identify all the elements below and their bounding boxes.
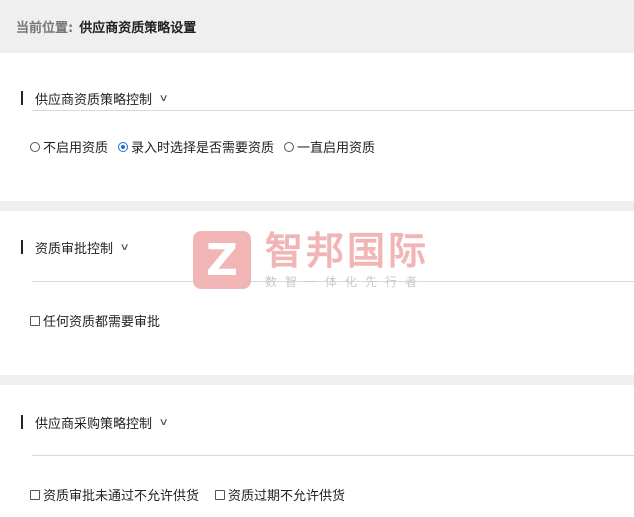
chevron-down-icon[interactable]: ∨ (159, 417, 169, 428)
section-title-qualification-approval[interactable]: 资质审批控制 ∨ (21, 240, 130, 257)
checkbox[interactable] (30, 315, 40, 326)
checkbox-label: 资质过期不允许供货 (228, 489, 346, 504)
radio-label: 一直启用资质 (297, 141, 376, 156)
radio-button[interactable] (30, 141, 40, 152)
section-divider (32, 455, 634, 456)
radio-option-always-enable[interactable]: 一直启用资质 (284, 137, 375, 156)
radio-group-qualification-policy: 不启用资质 录入时选择是否需要资质 一直启用资质 (30, 137, 385, 156)
chevron-down-icon[interactable]: ∨ (159, 93, 169, 104)
section-supplier-purchase-policy: 供应商采购策略控制 ∨ 资质审批未通过不允许供货 资质过期不允许供货 (0, 385, 634, 517)
radio-label: 录入时选择是否需要资质 (131, 141, 275, 156)
section-divider (32, 110, 634, 111)
breadcrumb-current: 供应商资质策略设置 (79, 21, 197, 36)
checkbox-label: 资质审批未通过不允许供货 (43, 489, 200, 504)
section-divider (32, 281, 634, 282)
checkbox-option-all-need-approval[interactable]: 任何资质都需要审批 (30, 311, 160, 330)
checkbox-option-reject-expired[interactable]: 资质过期不允许供货 (215, 485, 345, 504)
section-supplier-qualification-policy: 供应商资质策略控制 ∨ 不启用资质 录入时选择是否需要资质 一直启用资质 (0, 53, 634, 201)
radio-button-checked[interactable] (118, 141, 129, 152)
section-title-label: 供应商资质策略控制 (35, 92, 153, 108)
chevron-down-icon[interactable]: ∨ (120, 242, 130, 253)
section-separator (0, 375, 634, 385)
breadcrumb-prefix: 当前位置: (16, 21, 74, 36)
section-title-supplier-qualification-policy[interactable]: 供应商资质策略控制 ∨ (21, 91, 169, 108)
checkbox-option-reject-unapproved[interactable]: 资质审批未通过不允许供货 (30, 485, 199, 504)
breadcrumb: 当前位置: 供应商资质策略设置 (0, 0, 634, 53)
checkbox[interactable] (215, 489, 226, 500)
section-title-label: 供应商采购策略控制 (35, 416, 153, 432)
checkbox-label: 任何资质都需要审批 (43, 315, 161, 330)
radio-label: 不启用资质 (43, 141, 109, 156)
radio-option-choose-on-entry[interactable]: 录入时选择是否需要资质 (118, 137, 274, 156)
checkbox-group-purchase: 资质审批未通过不允许供货 资质过期不允许供货 (30, 485, 355, 504)
section-title-supplier-purchase-policy[interactable]: 供应商采购策略控制 ∨ (21, 415, 169, 432)
section-qualification-approval: 资质审批控制 ∨ 任何资质都需要审批 (0, 211, 634, 375)
checkbox[interactable] (30, 489, 40, 500)
checkbox-group-approval: 任何资质都需要审批 (30, 311, 170, 330)
radio-button[interactable] (284, 141, 295, 152)
section-separator (0, 201, 634, 211)
section-title-label: 资质审批控制 (35, 241, 114, 257)
radio-option-disable-qualification[interactable]: 不启用资质 (30, 137, 108, 156)
